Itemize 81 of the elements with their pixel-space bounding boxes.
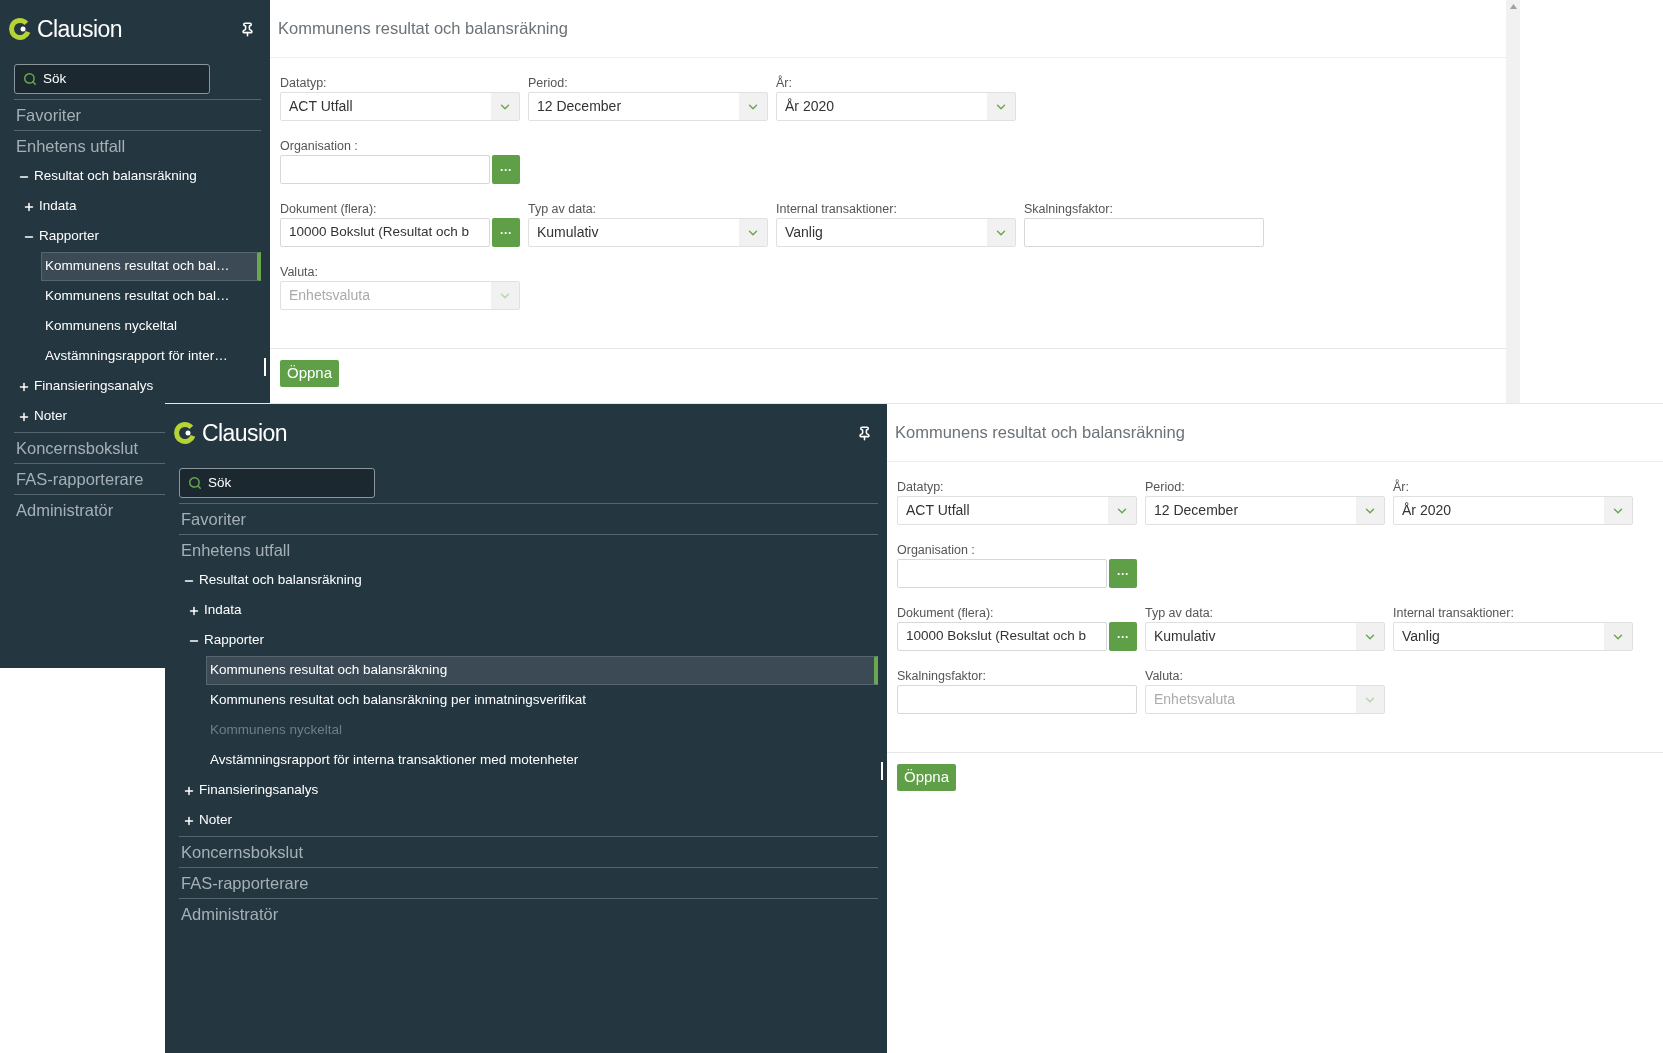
dropdown[interactable]: Vanlig xyxy=(1393,622,1633,651)
page-title: Kommunens resultat och balansräkning xyxy=(278,18,568,40)
field-label: Datatyp: xyxy=(280,75,328,89)
tree-item[interactable]: Finansieringsanalys xyxy=(199,780,319,801)
dropdown[interactable]: 12 December xyxy=(528,92,768,121)
resize-handle[interactable] xyxy=(881,762,883,780)
report-item[interactable]: Avstämningsrapport för inter… xyxy=(41,342,261,371)
dropdown[interactable]: År 2020 xyxy=(1393,496,1633,525)
logo-icon xyxy=(173,421,197,445)
tree-item[interactable]: Indata xyxy=(204,600,242,621)
field-label: Datatyp: xyxy=(897,479,945,493)
field-label: Skalningsfaktor: xyxy=(897,668,987,682)
logo-text: Clausion xyxy=(37,17,122,41)
expand-icon[interactable] xyxy=(183,814,195,827)
expand-icon[interactable] xyxy=(183,784,195,797)
report-item[interactable]: Kommunens nyckeltal xyxy=(41,312,261,341)
dropdown[interactable]: År 2020 xyxy=(776,92,1016,121)
input-field[interactable] xyxy=(897,685,1137,714)
input-field[interactable] xyxy=(897,559,1107,588)
logo-icon xyxy=(8,17,32,41)
section-header[interactable]: Koncernsbokslut xyxy=(181,839,303,865)
search-field[interactable]: Sök xyxy=(14,64,210,94)
dropdown[interactable]: Vanlig xyxy=(776,218,1016,247)
field-label: Organisation : xyxy=(897,542,976,556)
tree-item[interactable]: Noter xyxy=(34,406,67,427)
field-label: Dokument (flera): xyxy=(897,605,995,619)
dropdown[interactable]: Kumulativ xyxy=(1145,622,1385,651)
dropdown[interactable]: 12 December xyxy=(1145,496,1385,525)
pin-icon[interactable] xyxy=(240,21,255,37)
expand-icon[interactable] xyxy=(188,604,200,617)
section-header[interactable]: Koncernsbokslut xyxy=(16,435,138,461)
dropdown[interactable]: ACT Utfall xyxy=(897,496,1137,525)
section-header[interactable]: Enhetens utfall xyxy=(181,537,291,563)
tree-item[interactable]: Noter xyxy=(199,810,232,831)
section-header[interactable]: Favoriter xyxy=(181,506,247,532)
pin-icon[interactable] xyxy=(857,425,872,441)
tree-item[interactable]: Rapporter xyxy=(204,630,265,651)
section-header[interactable]: Favoriter xyxy=(16,102,82,128)
dropdown[interactable]: ACT Utfall xyxy=(280,92,520,121)
field-label: Valuta: xyxy=(1145,668,1184,682)
field-label: Period: xyxy=(1145,479,1186,493)
tree-item[interactable]: Resultat och balansräkning xyxy=(34,166,197,187)
section-header[interactable]: FAS-rapporterare xyxy=(181,870,309,896)
tree-item[interactable]: Rapporter xyxy=(39,226,100,247)
report-item[interactable]: Kommunens resultat och balansräkning xyxy=(206,656,878,685)
field-label: Typ av data: xyxy=(528,201,598,215)
field-label: År: xyxy=(776,74,793,89)
field-label: Valuta: xyxy=(280,264,319,278)
search-field[interactable]: Sök xyxy=(179,468,375,498)
section-header[interactable]: Administratör xyxy=(181,901,279,927)
field-label: Period: xyxy=(528,75,569,89)
logo-text: Clausion xyxy=(202,421,287,445)
field-label: År: xyxy=(1393,478,1410,493)
section-header[interactable]: Administratör xyxy=(16,497,114,523)
field-label: Internal transaktioner: xyxy=(1393,605,1515,619)
tree-item[interactable]: Finansieringsanalys xyxy=(34,376,154,397)
search-icon xyxy=(188,476,202,490)
input-field[interactable] xyxy=(280,155,490,184)
report-item[interactable]: Avstämningsrapport för interna transaktioner med motenheter xyxy=(206,746,878,775)
report-item[interactable]: Kommunens resultat och bal… xyxy=(41,282,261,311)
section-header[interactable]: Enhetens utfall xyxy=(16,133,126,159)
section-header[interactable]: FAS-rapporterare xyxy=(16,466,144,492)
expand-icon[interactable] xyxy=(18,410,30,423)
report-item[interactable]: Kommunens resultat och balansräkning per inmatningsverifikat xyxy=(206,686,878,715)
page-title: Kommunens resultat och balansräkning xyxy=(895,422,1185,444)
report-item[interactable]: Kommunens resultat och bal… xyxy=(41,252,261,281)
field-label: Skalningsfaktor: xyxy=(1024,201,1114,215)
tree-item[interactable]: Resultat och balansräkning xyxy=(199,570,362,591)
dropdown[interactable]: Kumulativ xyxy=(528,218,768,247)
field-label: Internal transaktioner: xyxy=(776,201,898,215)
tree-item[interactable]: Indata xyxy=(39,196,77,217)
expand-icon[interactable] xyxy=(18,380,30,393)
search-icon xyxy=(23,72,37,86)
expand-icon[interactable] xyxy=(23,200,35,213)
field-label: Dokument (flera): xyxy=(280,201,378,215)
resize-handle[interactable] xyxy=(264,358,266,376)
input-field[interactable]: 10000 Bokslut (Resultat och b xyxy=(280,218,490,247)
field-label: Typ av data: xyxy=(1145,605,1215,619)
input-field[interactable]: 10000 Bokslut (Resultat och b xyxy=(897,622,1107,651)
input-field[interactable] xyxy=(1024,218,1264,247)
field-label: Organisation : xyxy=(280,138,359,152)
